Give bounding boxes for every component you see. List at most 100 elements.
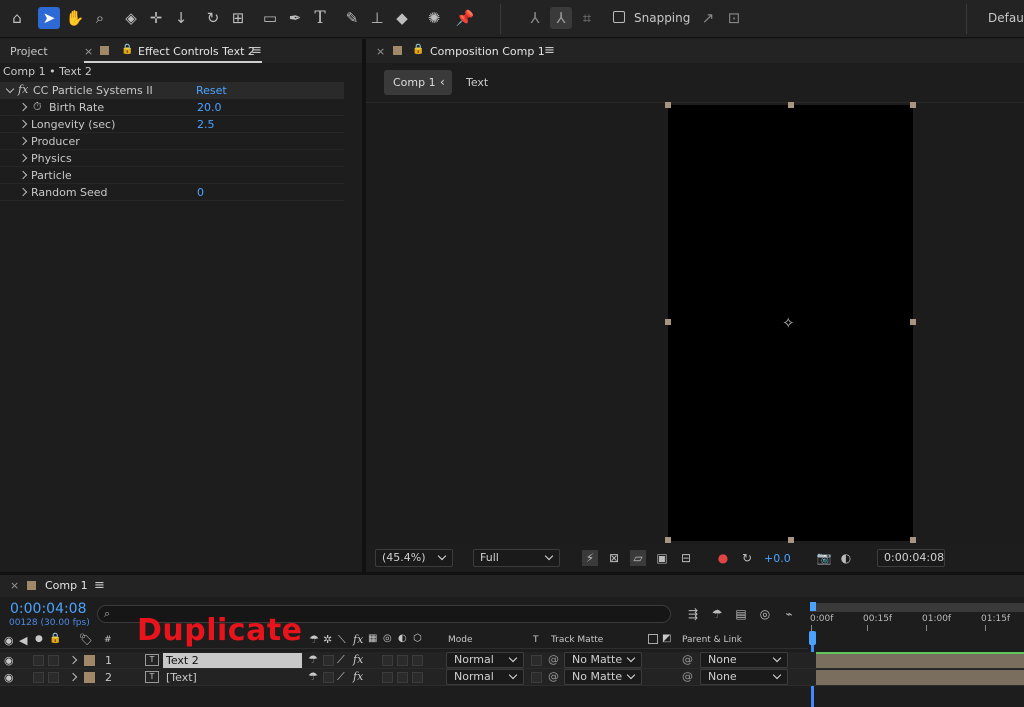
quality-switch-icon[interactable]: ⟋ [337, 670, 350, 683]
frame-blend-icon[interactable]: ▦ [368, 633, 377, 644]
bounding-handle[interactable] [665, 319, 671, 325]
hand-icon[interactable]: ✋ [64, 7, 86, 29]
mode-dropdown[interactable]: Normal [446, 652, 524, 668]
frame-blend-switch[interactable] [382, 672, 393, 683]
video-eye-icon[interactable]: ◉ [4, 634, 14, 647]
chevron-right-icon[interactable] [68, 672, 78, 682]
motion-blur-switch[interactable] [397, 655, 408, 666]
layer-duration-bar[interactable] [816, 653, 1024, 668]
transparency-grid-icon[interactable]: ⊠ [606, 550, 622, 566]
snapshot-camera-icon[interactable]: 📷 [816, 550, 832, 566]
close-icon[interactable]: × [376, 45, 385, 58]
collapse-switch[interactable] [323, 672, 334, 683]
fast-preview-icon[interactable]: ⚡ [582, 550, 598, 566]
snap-edge-icon[interactable]: ↗ [697, 7, 719, 29]
bounding-handle[interactable] [910, 102, 916, 108]
tab-timeline[interactable]: Comp 1 [45, 579, 88, 592]
panel-menu-icon[interactable]: ≡ [94, 578, 105, 593]
solo-toggle[interactable] [33, 655, 44, 666]
effect-header-row[interactable]: fx CC Particle Systems II Reset [0, 82, 344, 99]
playhead-handle[interactable] [809, 631, 816, 645]
composition-viewer[interactable]: ✧ [366, 102, 1024, 545]
tab-project[interactable]: Project [10, 45, 48, 58]
stopwatch-icon[interactable]: ⏱ [33, 100, 42, 114]
chevron-right-icon[interactable] [18, 119, 28, 129]
close-icon[interactable]: × [10, 579, 19, 592]
shy-layers-icon[interactable]: ☂ [709, 606, 725, 622]
property-value[interactable]: 20.0 [197, 101, 222, 114]
lock-icon[interactable]: 🔒 [49, 633, 61, 644]
3d-layer-switch[interactable] [412, 672, 423, 683]
effect-property-row[interactable]: Longevity (sec) 2.5 [0, 116, 344, 133]
resolution-dropdown[interactable]: Full [473, 549, 560, 567]
lock-icon[interactable]: 🔒 [121, 44, 133, 55]
visibility-eye-icon[interactable]: ◉ [4, 654, 14, 667]
chevron-right-icon[interactable] [68, 655, 78, 665]
pan-behind-icon[interactable]: ⊞ [227, 7, 249, 29]
layer-row[interactable]: ◉ 2 T [Text] ☂ ⟋ fx Normal @ No Matte @ … [0, 669, 1024, 686]
adjustment-icon[interactable]: ◐ [398, 633, 407, 644]
fx-switch-icon[interactable]: fx [353, 653, 363, 666]
collapse-switch[interactable] [323, 655, 334, 666]
mask-path-icon[interactable]: ▱ [630, 550, 646, 566]
pen-icon[interactable]: ✒ [284, 7, 306, 29]
effect-property-row[interactable]: Producer [0, 133, 344, 150]
eraser-icon[interactable]: ◆ [391, 7, 413, 29]
chevron-right-icon[interactable] [18, 170, 28, 180]
rotate-icon[interactable]: ↻ [202, 7, 224, 29]
tab-effect-controls[interactable]: Effect Controls Text 2 [138, 45, 255, 58]
preserve-transparency-toggle[interactable] [531, 672, 542, 683]
layer-label-color[interactable] [84, 672, 95, 683]
orbit-icon[interactable]: ◈ [120, 7, 142, 29]
zoom-icon[interactable]: ⌕ [89, 7, 111, 29]
motion-blur-switch[interactable] [397, 672, 408, 683]
fx-icon[interactable]: fx [18, 83, 28, 96]
quality-switch-icon[interactable]: ⟋ [337, 653, 350, 666]
guides-icon[interactable]: ⊟ [678, 550, 694, 566]
anchor-point-icon[interactable]: ✧ [782, 314, 795, 332]
effect-property-row[interactable]: Physics [0, 150, 344, 167]
track-matte-dropdown[interactable]: No Matte [564, 669, 642, 685]
solo-toggle[interactable] [33, 672, 44, 683]
home-icon[interactable]: ⌂ [6, 7, 28, 29]
dolly-icon[interactable]: ↓ [170, 7, 192, 29]
3d-layer-switch[interactable] [412, 655, 423, 666]
clone-stamp-icon[interactable]: ⊥ [366, 7, 388, 29]
property-value[interactable]: 0 [197, 186, 204, 199]
breadcrumb-comp-button[interactable]: Comp 1 ‹ [384, 70, 452, 95]
bounding-handle[interactable] [788, 102, 794, 108]
world-axis-icon[interactable]: ⅄ [550, 7, 572, 29]
snapping-checkbox[interactable] [613, 11, 625, 23]
effect-property-row[interactable]: Random Seed 0 [0, 184, 344, 201]
panel-menu-icon[interactable]: ≡ [251, 43, 262, 58]
bounding-handle[interactable] [665, 102, 671, 108]
panel-menu-icon[interactable]: ≡ [544, 43, 555, 58]
visibility-eye-icon[interactable]: ◉ [4, 671, 14, 684]
puppet-pin-icon[interactable]: 📌 [454, 7, 476, 29]
brush-icon[interactable]: ✎ [341, 7, 363, 29]
roto-brush-icon[interactable]: ✺ [423, 7, 445, 29]
close-icon[interactable]: × [84, 45, 93, 58]
track-matte-dropdown[interactable]: No Matte [564, 652, 642, 668]
view-axis-icon[interactable]: ⌗ [576, 7, 598, 29]
zoom-dropdown[interactable]: (45.4%) [375, 549, 453, 567]
lock-icon[interactable]: 🔒 [412, 44, 424, 55]
layer-name[interactable]: [Text] [163, 670, 302, 685]
tab-composition[interactable]: Composition Comp 1 [430, 45, 545, 58]
breadcrumb-layer[interactable]: Text [466, 76, 488, 89]
chevron-right-icon[interactable] [18, 102, 28, 112]
motion-blur-col-icon[interactable]: ◎ [383, 633, 392, 644]
chevron-right-icon[interactable] [18, 153, 28, 163]
chevron-down-icon[interactable] [5, 84, 15, 94]
parent-dropdown[interactable]: None [700, 669, 788, 685]
parent-pickwhip-icon[interactable]: @ [682, 670, 693, 683]
3d-layer-icon[interactable]: ⬡ [413, 633, 422, 644]
motion-blur-icon[interactable]: ◎ [757, 606, 773, 622]
property-value[interactable]: 2.5 [197, 118, 215, 131]
fx-icon[interactable]: fx [353, 633, 363, 646]
reset-link[interactable]: Reset [196, 84, 227, 97]
workspace-label[interactable]: Default [988, 11, 1024, 25]
local-axis-icon[interactable]: ⅄ [524, 7, 546, 29]
lock-toggle[interactable] [48, 655, 59, 666]
bounding-handle[interactable] [665, 537, 671, 543]
